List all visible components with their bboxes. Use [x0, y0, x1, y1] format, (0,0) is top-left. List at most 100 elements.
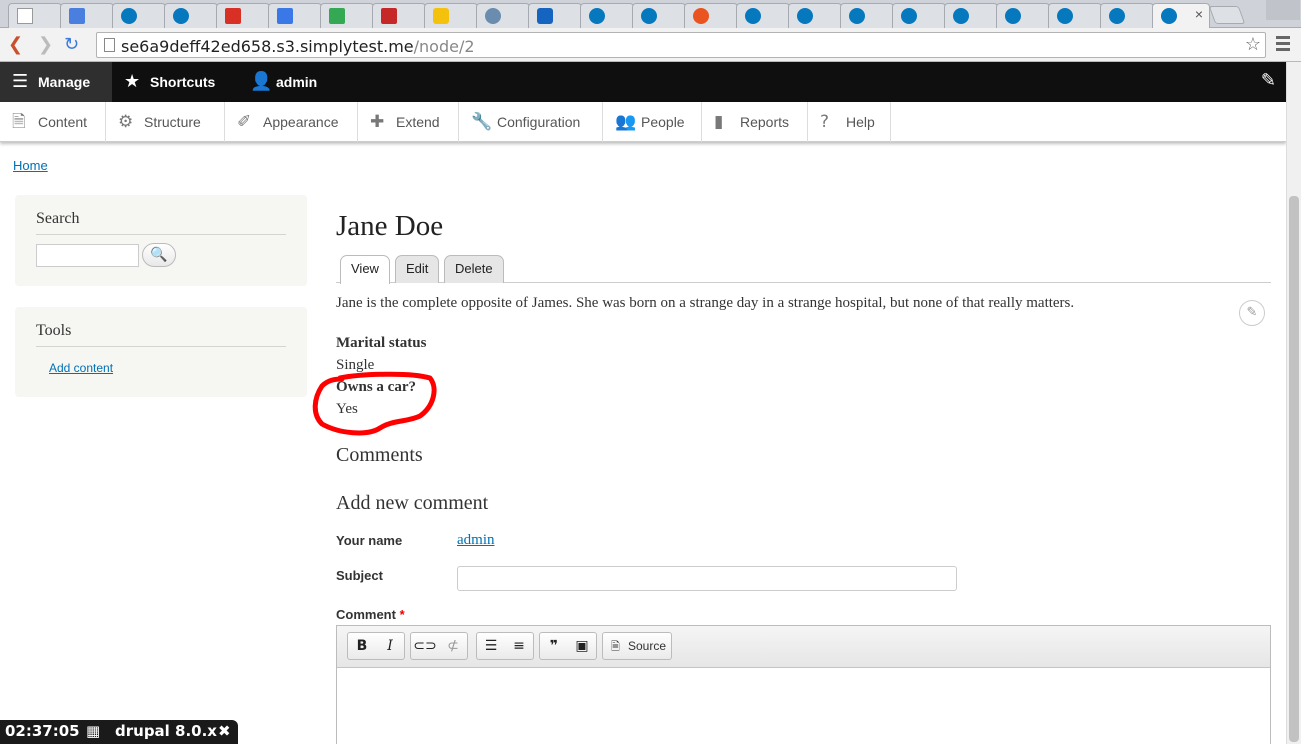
tab-view[interactable]: View — [340, 255, 390, 284]
reload-icon[interactable]: ↻ — [64, 34, 79, 55]
your-name-label: Your name — [336, 533, 403, 548]
calendar-icon — [277, 8, 293, 24]
breadcrumb-home-link[interactable]: Home — [13, 158, 48, 173]
browser-tab[interactable] — [840, 3, 894, 28]
wrench-icon: 🔧 — [471, 112, 493, 132]
drupal-icon — [953, 8, 969, 24]
source-icon: 🗎 — [611, 640, 620, 653]
tray-item-appearance[interactable]: ✐ Appearance — [225, 102, 358, 142]
tray-item-configuration[interactable]: 🔧 Configuration — [459, 102, 603, 142]
bookmark-star-icon[interactable]: ☆ — [1245, 34, 1261, 55]
numbered-list-icon[interactable]: ≡ — [505, 633, 533, 659]
lamp-icon — [381, 8, 397, 24]
browser-tab[interactable] — [996, 3, 1050, 28]
browser-tab[interactable] — [8, 3, 62, 28]
browser-tab[interactable] — [788, 3, 842, 28]
browser-tab[interactable] — [736, 3, 790, 28]
status-overlay: 02:37:05 ▦ drupal 8.0.x ✖ — [0, 720, 238, 744]
drupal-icon — [641, 8, 657, 24]
browser-tab[interactable] — [112, 3, 166, 28]
browser-tab[interactable] — [1100, 3, 1154, 28]
manage-button[interactable]: ☰ Manage — [0, 62, 112, 102]
browser-tab[interactable] — [60, 3, 114, 28]
bold-icon[interactable]: B — [348, 633, 376, 659]
new-tab-button[interactable] — [1208, 6, 1246, 24]
blockquote-icon[interactable]: ❞ — [540, 633, 568, 659]
page-scrollbar[interactable] — [1286, 62, 1301, 744]
tab-edit[interactable]: Edit — [395, 255, 440, 283]
scrollbar-thumb[interactable] — [1289, 196, 1299, 742]
edit-pencil-icon[interactable]: ✎ — [1261, 70, 1276, 91]
editor-toolbar: B I ⊂⊃ ⊄ ☰ ≡ ❞ ▣ 🗎 Source — [337, 626, 1270, 668]
window-control[interactable] — [1266, 0, 1300, 20]
tray-item-help[interactable]: ? Help — [808, 102, 891, 142]
star-icon: ★ — [124, 71, 141, 92]
browser-tab[interactable] — [476, 3, 530, 28]
tools-block: Tools Add content — [15, 307, 307, 397]
browser-tab[interactable] — [424, 3, 478, 28]
search-icon: 🔍 — [150, 247, 168, 263]
subject-input[interactable] — [457, 566, 957, 591]
author-link[interactable]: admin — [457, 532, 495, 549]
browser-toolbar: ❮ ❯ ↻ se6a9deff42ed658.s3.simplytest.me/… — [0, 28, 1301, 62]
tray-item-content[interactable]: 🗎 Content — [0, 102, 106, 142]
format-button-group: B I — [347, 632, 405, 660]
page-icon — [104, 38, 115, 52]
drupal-icon — [1109, 8, 1125, 24]
comment-editor[interactable]: B I ⊂⊃ ⊄ ☰ ≡ ❞ ▣ 🗎 Source — [336, 625, 1271, 744]
browser-tab[interactable] — [528, 3, 582, 28]
tray-item-structure[interactable]: ⚙ Structure — [106, 102, 225, 142]
browser-tab[interactable] — [1048, 3, 1102, 28]
browser-tab[interactable] — [164, 3, 218, 28]
tray-item-people[interactable]: 👥 People — [603, 102, 702, 142]
browser-tab-active[interactable]: × — [1152, 3, 1210, 28]
close-tab-icon[interactable]: × — [1195, 6, 1203, 22]
page-icon — [17, 8, 33, 24]
breadcrumb: Home — [13, 158, 48, 173]
source-button[interactable]: 🗎 Source — [602, 632, 672, 660]
tray-item-extend[interactable]: ✚ Extend — [358, 102, 459, 142]
link-icon[interactable]: ⊂⊃ — [411, 633, 439, 659]
image-icon[interactable]: ▣ — [568, 633, 596, 659]
tray-item-reports[interactable]: ▮ Reports — [702, 102, 808, 142]
search-input[interactable] — [36, 244, 139, 267]
page-title: Jane Doe — [336, 210, 444, 242]
keep-icon — [433, 8, 449, 24]
browser-tab[interactable] — [320, 3, 374, 28]
gmail-icon — [225, 8, 241, 24]
shortcuts-button[interactable]: ★ Shortcuts — [112, 62, 215, 102]
italic-icon[interactable]: I — [376, 633, 404, 659]
help-icon: ? — [820, 112, 830, 132]
browser-tab[interactable] — [268, 3, 322, 28]
field-label-owns-car: Owns a car? — [336, 379, 416, 395]
add-content-link[interactable]: Add content — [49, 361, 113, 375]
overlay-close-icon[interactable]: ✖ — [218, 722, 231, 740]
browser-tab[interactable] — [216, 3, 270, 28]
browser-tab[interactable] — [580, 3, 634, 28]
tab-delete[interactable]: Delete — [444, 255, 504, 283]
browser-tab[interactable] — [892, 3, 946, 28]
field-value-marital-status: Single — [336, 357, 375, 373]
ubuntu-icon — [693, 8, 709, 24]
node-body: Jane is the complete opposite of James. … — [336, 295, 1075, 311]
address-bar[interactable]: se6a9deff42ed658.s3.simplytest.me/node/2… — [96, 32, 1266, 58]
browser-menu-icon[interactable] — [1276, 36, 1290, 54]
sitemap-icon: ⚙ — [118, 112, 134, 132]
contextual-edit-icon[interactable]: ✎ — [1239, 300, 1265, 326]
back-icon[interactable]: ❮ — [8, 34, 23, 55]
hamburger-icon: ☰ — [12, 71, 29, 92]
google-icon — [69, 8, 85, 24]
browser-tab[interactable] — [684, 3, 738, 28]
browser-tab[interactable] — [944, 3, 998, 28]
bulleted-list-icon[interactable]: ☰ — [477, 633, 505, 659]
browser-tab[interactable] — [372, 3, 426, 28]
puzzle-icon: ✚ — [370, 112, 385, 132]
user-button[interactable]: 👤 admin — [238, 62, 317, 102]
subject-label: Subject — [336, 568, 383, 583]
required-marker: * — [399, 607, 405, 622]
forward-icon[interactable]: ❯ — [38, 34, 53, 55]
app-icon — [537, 8, 553, 24]
browser-tab[interactable] — [632, 3, 686, 28]
search-button[interactable]: 🔍 — [142, 243, 176, 267]
unlink-icon[interactable]: ⊄ — [439, 633, 467, 659]
